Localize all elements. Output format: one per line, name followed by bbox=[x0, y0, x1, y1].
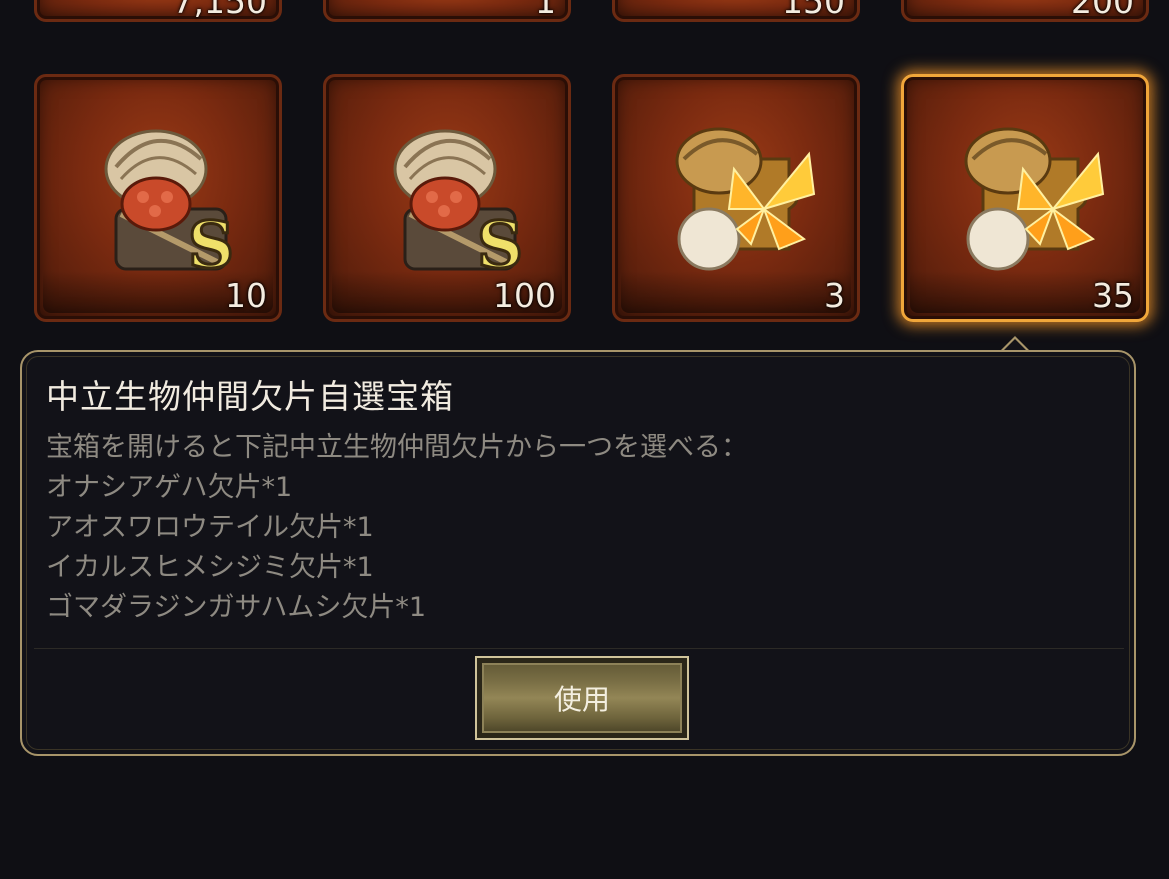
inventory-slot[interactable]: S 10 bbox=[34, 74, 282, 322]
inventory-slot[interactable]: S 100 bbox=[323, 74, 571, 322]
inventory-slot[interactable]: 3 bbox=[612, 74, 860, 322]
inventory-screen: 7,150 1 150 200 S 10 S 100 3 35 中立生物仲間欠片… bbox=[0, 0, 1169, 879]
neutral-creature-s-chest-icon: S bbox=[104, 129, 236, 285]
inventory-slot[interactable]: 150 bbox=[612, 0, 860, 22]
option-line: イカルスヒメシジミ欠片*1 bbox=[46, 552, 374, 583]
inventory-slot[interactable]: 200 bbox=[901, 0, 1149, 22]
item-count: 1 bbox=[535, 0, 556, 21]
inventory-slot-selected[interactable]: 35 bbox=[901, 74, 1149, 322]
item-count: 150 bbox=[782, 0, 845, 21]
item-description: 宝箱を開けると下記中立生物仲間欠片から一つを選べる： オナシアゲハ欠片*1 アオ… bbox=[46, 428, 748, 628]
inventory-slot[interactable]: 7,150 bbox=[34, 0, 282, 22]
butterfly-shard-chest-icon bbox=[964, 127, 1105, 271]
item-count: 200 bbox=[1071, 0, 1134, 21]
item-count: 10 bbox=[225, 276, 267, 315]
item-count: 7,150 bbox=[172, 0, 267, 21]
butterfly-shard-chest-icon bbox=[675, 127, 816, 271]
item-count: 3 bbox=[824, 276, 845, 315]
use-button[interactable]: 使用 bbox=[475, 656, 689, 740]
item-title: 中立生物仲間欠片自選宝箱 bbox=[46, 377, 454, 416]
item-count: 35 bbox=[1092, 276, 1134, 315]
use-button-label: 使用 bbox=[553, 683, 610, 716]
option-line: ゴマダラジンガサハムシ欠片*1 bbox=[46, 592, 427, 623]
description-text: 宝箱を開けると下記中立生物仲間欠片から一つを選べる： bbox=[46, 432, 748, 463]
option-line: オナシアゲハ欠片*1 bbox=[46, 472, 293, 503]
option-line: アオスワロウテイル欠片*1 bbox=[46, 512, 374, 543]
neutral-creature-s-chest-icon: S bbox=[393, 129, 525, 285]
item-count: 100 bbox=[493, 276, 556, 315]
divider bbox=[34, 648, 1124, 649]
inventory-slot[interactable]: 1 bbox=[323, 0, 571, 22]
